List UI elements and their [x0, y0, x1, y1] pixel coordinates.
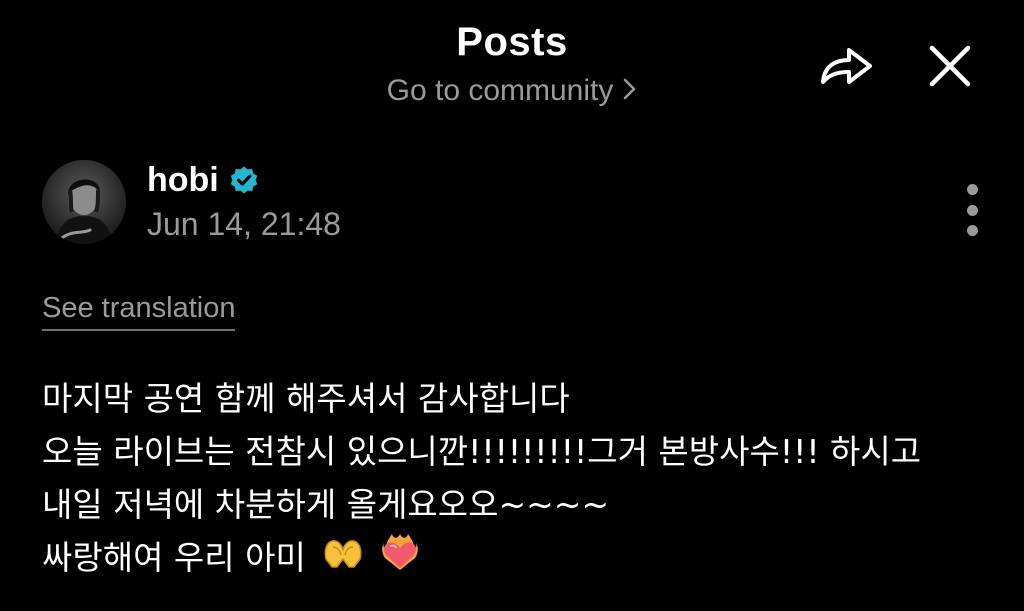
post-timestamp: Jun 14, 21:48 — [147, 206, 341, 242]
heart-on-fire-emoji — [381, 532, 419, 587]
heart-hands-emoji — [322, 533, 364, 586]
go-to-community-label: Go to community — [386, 74, 614, 107]
chevron-right-icon — [623, 75, 637, 109]
close-button[interactable] — [918, 34, 982, 98]
author-name[interactable]: hobi — [147, 161, 219, 200]
post-line-text: 싸랑해여 우리 아미 — [42, 538, 306, 577]
more-options-button[interactable] — [956, 178, 988, 242]
more-dot — [966, 204, 978, 216]
post-line: 오늘 라이브는 전참시 있으니깐!!!!!!!!!그거 본방사수!!! 하시고 — [42, 432, 922, 471]
avatar[interactable] — [42, 160, 126, 244]
share-button[interactable] — [814, 34, 878, 98]
post-line: 내일 저녁에 차분하게 올게요오오~~~~ — [42, 485, 610, 524]
post-line: 마지막 공연 함께 해주셔서 감사합니다 — [42, 379, 570, 418]
more-dots-icon — [966, 184, 978, 195]
avatar-photo — [42, 160, 126, 244]
post-body: 마지막 공연 함께 해주셔서 감사합니다 오늘 라이브는 전참시 있으니깐!!!… — [42, 372, 1002, 584]
see-translation-link[interactable]: See translation — [42, 292, 236, 331]
share-arrow-icon — [817, 44, 875, 88]
post-line-last: 싸랑해여 우리 아미 — [42, 531, 1002, 584]
more-dot — [966, 225, 978, 236]
top-bar: Posts Go to community — [0, 0, 1024, 130]
close-icon — [926, 42, 974, 90]
verified-badge-icon — [229, 165, 259, 195]
author-row: hobi — [147, 160, 259, 200]
